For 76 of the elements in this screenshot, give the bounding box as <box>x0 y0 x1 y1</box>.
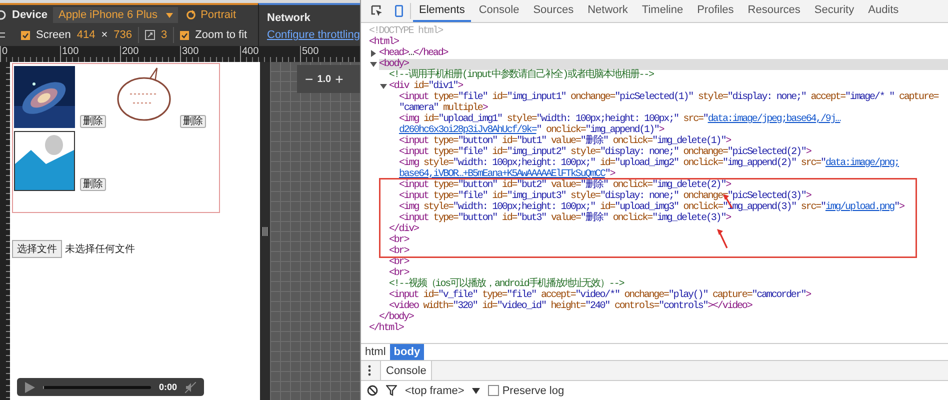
code-line[interactable]: <img id="upload_img1" style="width: 100px;height: 100px;" src="data:image/jpeg;base64,/9j… <box>399 114 948 125</box>
panel-tab[interactable]: Timeline <box>636 0 690 22</box>
code-line[interactable]: <div id="div1"> <box>389 81 948 92</box>
preserve-log-label: Preserve log <box>502 384 564 396</box>
width-field[interactable]: 414 <box>76 29 96 41</box>
image-placeholder-icon <box>14 131 75 191</box>
code-line[interactable]: <br> <box>389 257 948 268</box>
triangle-icon[interactable] <box>380 83 387 90</box>
triangle-icon[interactable] <box>370 61 377 68</box>
panel-tab[interactable]: Elements <box>413 0 471 22</box>
panel-tab[interactable]: Audits <box>862 0 905 22</box>
code-line[interactable]: <br> <box>389 235 948 246</box>
device-label: Device <box>12 9 48 21</box>
screen-label: Screen <box>36 29 71 41</box>
pixel-ratio-icon <box>145 30 156 40</box>
code-line[interactable]: base64,iVBOR…+B5mEana+K5AwAAAAAElFTkSuQmCC"> <box>399 169 948 180</box>
checkbox[interactable] <box>21 30 30 40</box>
device-select[interactable]: Apple iPhone 6 Plus <box>53 7 178 23</box>
context-select[interactable]: <top frame> <box>405 384 464 396</box>
code-line[interactable]: d260hc6x3oi28p3iJv8AhUcf/9k=" onclick="img_append(1)"> <box>399 125 948 136</box>
mute-icon[interactable] <box>185 382 196 392</box>
video-time: 0:00 <box>158 382 177 392</box>
zoom-in-button[interactable]: + <box>335 72 344 86</box>
triangle-icon[interactable] <box>370 50 377 57</box>
delete-button[interactable]: 删除 <box>80 115 106 128</box>
play-icon[interactable] <box>25 382 35 392</box>
code-line: </body> <box>379 312 415 323</box>
panel-tab[interactable]: Profiles <box>691 0 740 22</box>
delete-button[interactable]: 删除 <box>80 178 106 191</box>
pixel-ratio-field[interactable]: 3 <box>161 29 168 41</box>
code-line[interactable]: <input id="v_file" type="file" accept="video/*" onchange="play()" capture="camcorder"> <box>389 290 948 301</box>
breadcrumb[interactable]: body <box>390 344 424 360</box>
orientation-button[interactable]: Portrait <box>184 9 238 21</box>
breadcrumb[interactable]: html <box>361 344 390 360</box>
drawer-tab[interactable]: Console <box>380 361 432 380</box>
code-line[interactable]: <br> <box>389 268 948 279</box>
filter-icon[interactable] <box>386 385 397 396</box>
code-line[interactable]: <head>…</head> <box>379 48 948 59</box>
panel-tab[interactable]: Network <box>582 0 634 22</box>
checkbox[interactable] <box>488 385 500 396</box>
code-line[interactable]: <input type="file" id="img_input1" onchange="picSelected(1)" style="display: none;" accept="image/* " capture= <box>399 92 948 103</box>
code-line[interactable]: <html> <box>369 37 948 48</box>
code-line[interactable]: <video width="320" id="video_id" height="240" controls="controls"></video> <box>389 301 948 312</box>
code-line[interactable]: <input type="button" id="but3" value="删除" onclick="img_delete(3)"> <box>399 213 948 224</box>
resize-handle-icon[interactable] <box>262 226 268 236</box>
file-status: 未选择任何文件 <box>65 242 135 256</box>
code-line: </div> <box>389 224 420 235</box>
zoom-to-fit-label: Zoom to fit <box>195 29 248 41</box>
panel-tab[interactable]: Sources <box>527 0 580 22</box>
code-line[interactable]: <input type="file" id="img_input2" style="display: none;" onchange="picSelected(2)"> <box>399 147 948 158</box>
code-line[interactable]: <img style="width: 100px;height: 100px;" id="upload_img2" onclick="img_append(2)" src="data:image/png; <box>399 158 948 169</box>
delete-button[interactable]: 删除 <box>180 115 206 128</box>
code-line: </html> <box>369 323 405 334</box>
caret-icon[interactable] <box>472 388 480 394</box>
zoom-out-button[interactable]: − <box>305 72 314 86</box>
panel-tab[interactable]: Resources <box>742 0 806 22</box>
checkbox[interactable] <box>180 30 190 40</box>
code-line[interactable]: <br> <box>389 246 948 257</box>
choose-file-button[interactable]: 选择文件 <box>12 240 62 258</box>
clear-icon[interactable] <box>367 385 378 396</box>
toggle-icon[interactable] <box>0 10 6 20</box>
height-field[interactable]: 736 <box>114 29 132 41</box>
network-title: Network <box>267 12 312 24</box>
zoom-value: 1.0 <box>317 74 332 84</box>
code-line[interactable]: <!--视频（ios可以播放，android手机播放地址无效）--> <box>389 279 948 290</box>
code-line[interactable]: <input type="button" id="but1" value="删除" onclick="img_delete(1)"> <box>399 136 948 147</box>
code-line[interactable]: <!--调用手机相册(input中参数请自己补全)或者电脑本地相册--> <box>389 70 948 81</box>
panel-tab[interactable]: Security <box>808 0 860 22</box>
panel-tab[interactable]: Console <box>472 0 526 22</box>
menu-icon[interactable] <box>0 31 5 39</box>
rotate-icon <box>186 10 196 20</box>
code-line[interactable]: "camera" multiple> <box>399 103 948 114</box>
times-sign: × <box>101 29 108 41</box>
code-line[interactable]: <img style="width: 100px;height: 100px;" id="upload_img3" onclick="img_append(3)" src="img/upload.png"> <box>399 202 948 213</box>
caret-icon <box>166 12 173 18</box>
throttling-link[interactable]: Configure throttling <box>267 29 360 41</box>
